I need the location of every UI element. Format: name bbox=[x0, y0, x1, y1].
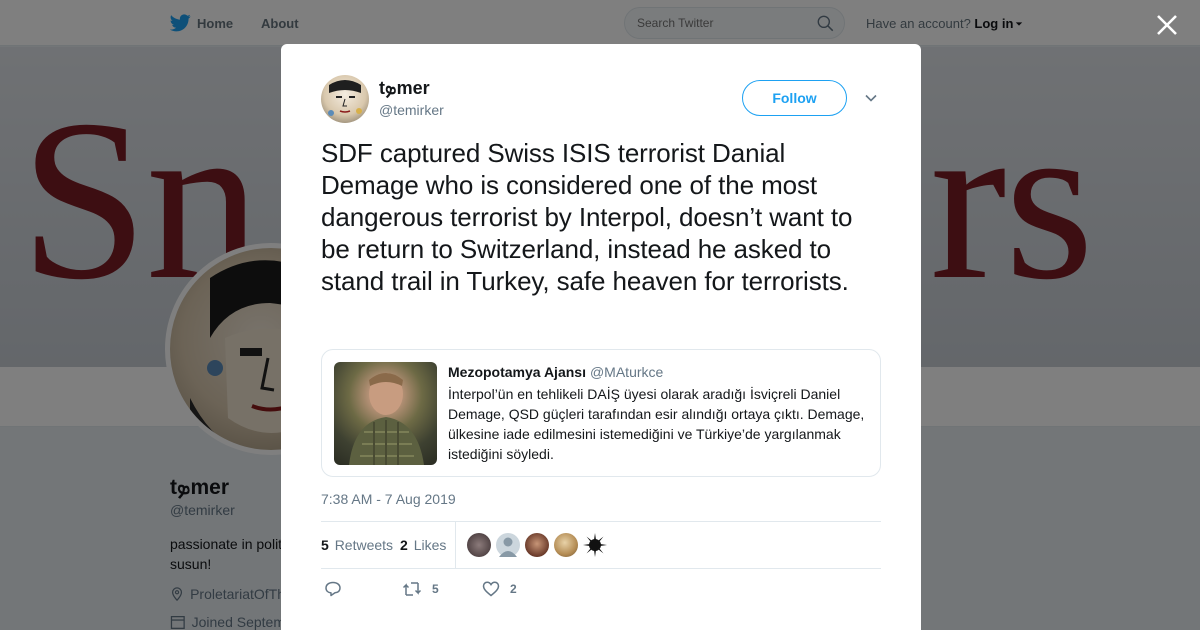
likes-stat[interactable]: 2 Likes bbox=[400, 537, 446, 553]
likes-label: Likes bbox=[413, 537, 447, 553]
quoted-tweet-card[interactable]: Mezopotamya Ajansı @MAturkce İnterpol’ün … bbox=[321, 349, 881, 477]
reply-button[interactable] bbox=[324, 580, 342, 598]
liker-avatar[interactable] bbox=[554, 533, 578, 557]
tweet-text: SDF captured Swiss ISIS terrorist Danial… bbox=[321, 138, 853, 296]
quote-photo bbox=[349, 373, 424, 465]
retweet-count: 5 bbox=[432, 582, 439, 596]
retweets-stat[interactable]: 5 Retweets bbox=[321, 537, 393, 553]
quoted-tweet-text: İnterpol’ün en tehlikeli DAİŞ üyesi olar… bbox=[448, 386, 865, 462]
reply-icon bbox=[325, 581, 341, 597]
close-icon[interactable] bbox=[1154, 12, 1180, 38]
quoted-tweet-image[interactable] bbox=[334, 362, 437, 465]
liker-avatar[interactable] bbox=[467, 533, 491, 557]
retweet-button[interactable]: 5 bbox=[402, 580, 439, 598]
like-button[interactable]: 2 bbox=[482, 580, 517, 598]
author-handle[interactable]: @temirker bbox=[379, 102, 444, 118]
liker-avatar[interactable] bbox=[525, 533, 549, 557]
likes-count: 2 bbox=[400, 537, 408, 553]
sunburst-avatar-icon bbox=[583, 533, 607, 557]
liker-avatars bbox=[467, 533, 607, 557]
default-avatar-icon bbox=[499, 537, 517, 557]
retweets-label: Retweets bbox=[334, 537, 394, 553]
stats-divider bbox=[455, 522, 456, 569]
quoted-author[interactable]: Mezopotamya Ajansı @MAturkce bbox=[448, 364, 663, 380]
avatar-sketch-image bbox=[328, 80, 362, 116]
retweet-icon bbox=[402, 582, 422, 596]
heart-icon bbox=[482, 581, 500, 597]
author-avatar[interactable] bbox=[321, 75, 369, 123]
tweet-timestamp[interactable]: 7:38 AM - 7 Aug 2019 bbox=[321, 491, 456, 507]
liker-avatar[interactable] bbox=[583, 533, 607, 557]
quoted-author-handle: @MAturkce bbox=[589, 364, 664, 380]
author-name[interactable]: tܤmer bbox=[379, 78, 430, 99]
like-count: 2 bbox=[510, 582, 517, 596]
tweet-actions: 5 2 bbox=[321, 580, 621, 600]
chevron-down-icon[interactable] bbox=[864, 91, 878, 105]
liker-avatar[interactable] bbox=[496, 533, 520, 557]
tweet-modal: tܤmer @temirker Follow SDF captured Swis… bbox=[281, 44, 921, 630]
quoted-author-name: Mezopotamya Ajansı bbox=[448, 364, 586, 380]
retweets-count: 5 bbox=[321, 537, 329, 553]
follow-button[interactable]: Follow bbox=[742, 80, 847, 116]
tweet-stats: 5 Retweets 2 Likes bbox=[321, 521, 881, 569]
